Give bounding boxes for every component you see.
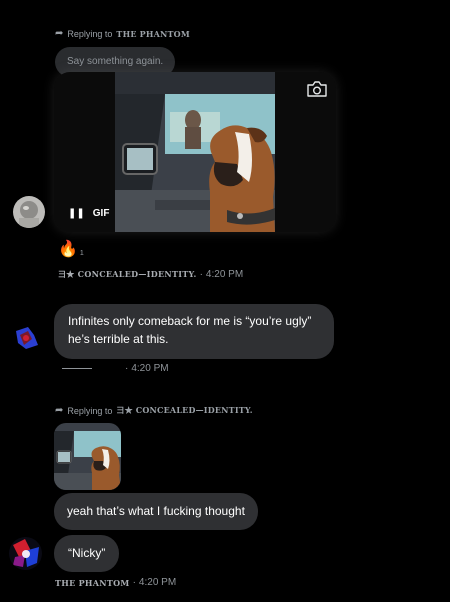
separator: ·	[199, 269, 203, 280]
gif-controls: ❚❚ GIF	[68, 208, 109, 219]
pause-icon[interactable]: ❚❚	[68, 208, 85, 219]
author-name[interactable]: ———	[62, 368, 92, 369]
reply-context-1: ➦ Replying to THE PHANTOM	[55, 28, 190, 39]
separator: ·	[125, 363, 129, 374]
timestamp: 4:20 PM	[138, 577, 177, 588]
author-name[interactable]: ⺕★ CONCEALED—IDENTITY.	[58, 269, 197, 280]
quoted-message-text: Say something again.	[67, 56, 164, 67]
gif-attachment[interactable]: ❚❚ GIF	[54, 72, 336, 232]
reaction[interactable]: 🔥 1	[58, 242, 84, 258]
avatar[interactable]	[13, 196, 45, 228]
reply-target-name[interactable]: THE PHANTOM	[116, 29, 189, 39]
reply-label: Replying to	[67, 28, 113, 39]
fire-icon: 🔥	[58, 241, 78, 258]
reaction-count: 1	[79, 250, 84, 257]
message-text: Infinites only comeback for me is “you’r…	[68, 314, 312, 346]
message-bubble[interactable]: Infinites only comeback for me is “you’r…	[54, 304, 334, 359]
message-meta-3: THE PHANTOM · 4:20 PM	[55, 577, 176, 588]
message-text: yeah that’s what I fucking thought	[67, 504, 245, 518]
reply-label: Replying to	[67, 405, 113, 416]
avatar[interactable]	[14, 325, 40, 351]
message-bubble[interactable]: yeah that’s what I fucking thought	[54, 493, 258, 530]
quoted-image-thumbnail[interactable]	[54, 423, 121, 490]
author-name[interactable]: THE PHANTOM	[55, 578, 130, 588]
camera-icon[interactable]	[306, 80, 328, 98]
gif-image	[115, 72, 275, 232]
message-bubble[interactable]: “Nicky”	[54, 535, 120, 572]
reply-arrow-icon: ➦	[55, 28, 64, 39]
reply-context-2: ➦ Replying to ⺕★ CONCEALED—IDENTITY.	[55, 405, 253, 416]
message-text: “Nicky”	[68, 546, 106, 560]
timestamp: 4:20 PM	[131, 363, 169, 374]
reply-target-name[interactable]: ⺕★ CONCEALED—IDENTITY.	[116, 405, 252, 416]
avatar[interactable]	[9, 537, 42, 570]
message-meta-1: ⺕★ CONCEALED—IDENTITY. · 4:20 PM	[58, 269, 243, 280]
timestamp: 4:20 PM	[205, 269, 244, 280]
gif-badge: GIF	[92, 208, 110, 219]
separator: ·	[132, 577, 136, 588]
reply-arrow-icon: ➦	[55, 405, 64, 416]
message-meta-2: ——— · 4:20 PM	[62, 363, 169, 374]
